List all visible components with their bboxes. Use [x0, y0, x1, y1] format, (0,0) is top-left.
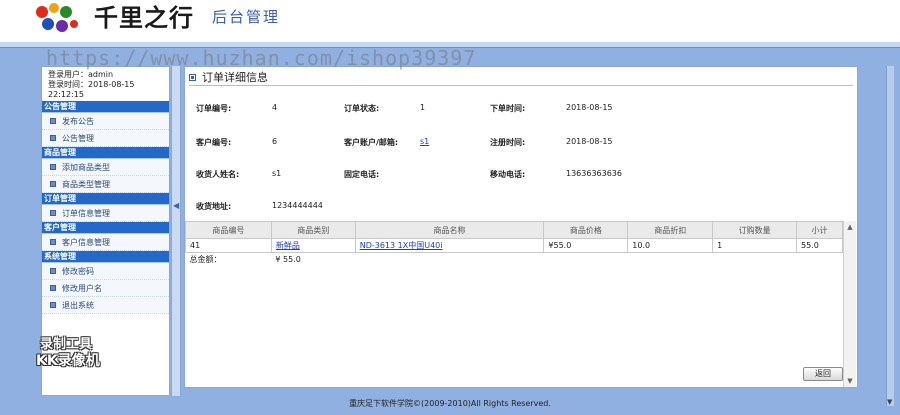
column-header: 商品名称 — [354, 221, 545, 239]
bullet-icon — [50, 135, 56, 141]
menu-item-customer-manage[interactable]: 客户信息管理 — [42, 234, 169, 251]
collapse-arrow-icon[interactable]: ◀ — [173, 201, 179, 210]
login-info: 登录用户：admin 登录时间：2018-08-15 22:12:15 — [42, 67, 169, 101]
order-status-value: 1 — [420, 103, 426, 112]
menu-title-order[interactable]: 订单管理 — [42, 193, 169, 205]
order-status-label: 订单状态: — [344, 104, 380, 113]
address-value: 1234444444 — [272, 201, 323, 210]
receiver-value: s1 — [272, 169, 282, 178]
cell-subtotal: 55.0 — [796, 238, 843, 253]
total-label: 总金额： — [189, 255, 222, 265]
logo-title: 千里之行 — [94, 3, 194, 32]
menu-group-order: 订单管理 订单信息管理 — [42, 193, 169, 222]
cell-order-qty: 1 — [712, 238, 797, 253]
phone-label: 固定电话: — [344, 170, 380, 179]
bullet-icon — [50, 164, 56, 170]
bullet-icon — [50, 285, 56, 291]
login-time-extra: 22:12:15 — [48, 90, 84, 99]
menu-title-goods[interactable]: 商品管理 — [42, 147, 169, 159]
customer-account-link[interactable]: s1 — [420, 137, 429, 146]
menu-item-notice-manage[interactable]: 公告管理 — [42, 130, 169, 147]
sidebar-splitter[interactable]: ◀ — [171, 66, 181, 396]
column-header: 商品编号 — [185, 221, 272, 239]
order-no-value: 4 — [272, 103, 278, 112]
table-header-row: 商品编号 商品类别 商品名称 商品价格 商品折扣 订购数量 小计 — [185, 221, 843, 239]
page-title: 订单详细信息 — [189, 69, 268, 85]
cell-goods-price: ¥55.0 — [543, 238, 629, 253]
total-value: ¥ 55.0 — [275, 255, 301, 265]
footer-copyright: 重庆足下软件学院©(2009-2010)All Rights Reserved. — [349, 399, 551, 408]
customer-no-value: 6 — [272, 137, 278, 146]
login-time: 登录时间：2018-08-15 — [48, 80, 135, 89]
title-square-icon — [189, 73, 196, 81]
column-header: 订购数量 — [712, 221, 797, 239]
order-items-table: 商品编号 商品类别 商品名称 商品价格 商品折扣 订购数量 小计 41 新鲜品 … — [185, 221, 843, 267]
menu-title-customer[interactable]: 客户管理 — [42, 222, 169, 234]
bullet-icon — [50, 210, 56, 216]
bullet-icon — [50, 239, 56, 245]
bullet-icon — [50, 118, 56, 124]
logo-subtitle: 后台管理 — [212, 8, 281, 26]
main-panel: 订单详细信息 订单编号: 4 订单状态: 1 下单时间: 2018-08-15 … — [184, 66, 858, 388]
cell-goods-id: 41 — [185, 238, 272, 253]
menu-item-goods-type-manage[interactable]: 商品类型管理 — [42, 176, 169, 193]
customer-no-label: 客户编号: — [196, 138, 232, 147]
menu-item-change-password[interactable]: 修改密码 — [42, 263, 169, 280]
customer-account-label: 客户账户/邮箱: — [344, 138, 399, 147]
cell-goods-category[interactable]: 新鲜品 — [270, 238, 356, 253]
logo-icon — [36, 3, 78, 32]
header: 千里之行 后台管理 — [0, 0, 900, 42]
column-header: 商品折扣 — [627, 221, 714, 239]
column-header: 商品价格 — [543, 221, 629, 239]
login-user: 登录用户：admin — [48, 70, 114, 79]
order-no-label: 订单编号: — [196, 104, 232, 113]
recorder-watermark: 录制工具 KK录像机 — [36, 337, 100, 369]
column-header: 商品类别 — [270, 221, 356, 239]
register-time-label: 注册时间: — [490, 138, 526, 147]
total-row: 总金额： ¥ 55.0 — [186, 253, 843, 267]
cell-goods-name[interactable]: ND-3613 1X中国U40i — [354, 238, 545, 253]
title-divider — [189, 85, 853, 86]
bullet-icon — [50, 268, 56, 274]
order-time-label: 下单时间: — [490, 104, 526, 113]
mobile-value: 13636363636 — [566, 169, 622, 178]
order-time-value: 2018-08-15 — [566, 103, 613, 112]
menu-title-system[interactable]: 系统管理 — [42, 251, 169, 263]
table-row: 41 新鲜品 ND-3613 1X中国U40i ¥55.0 10.0 1 55.… — [185, 238, 843, 253]
table-scrollbar[interactable]: ▲ ▼ — [843, 221, 856, 387]
window-scrollbar[interactable]: ▼ — [886, 66, 894, 406]
cell-goods-discount: 10.0 — [627, 238, 714, 253]
back-button[interactable]: 返回 — [803, 367, 843, 381]
menu-item-change-username[interactable]: 修改用户名 — [42, 280, 169, 297]
column-header: 小计 — [796, 221, 843, 239]
menu-item-order-manage[interactable]: 订单信息管理 — [42, 205, 169, 222]
mobile-label: 移动电话: — [490, 170, 526, 179]
menu-group-system: 系统管理 修改密码 修改用户名 退出系统 — [42, 251, 169, 314]
header-divider — [0, 42, 900, 48]
menu-item-add-goods-type[interactable]: 添加商品类型 — [42, 159, 169, 176]
menu-group-customer: 客户管理 客户信息管理 — [42, 222, 169, 251]
menu-item-logout[interactable]: 退出系统 — [42, 297, 169, 314]
menu-item-publish-notice[interactable]: 发布公告 — [42, 113, 169, 130]
menu-group-goods: 商品管理 添加商品类型 商品类型管理 — [42, 147, 169, 193]
bullet-icon — [50, 181, 56, 187]
scroll-down-icon[interactable]: ▼ — [844, 375, 856, 387]
menu-title-notice[interactable]: 公告管理 — [42, 101, 169, 113]
bullet-icon — [50, 302, 56, 308]
menu-group-notice: 公告管理 发布公告 公告管理 — [42, 101, 169, 147]
receiver-label: 收货人姓名: — [196, 170, 240, 179]
register-time-value: 2018-08-15 — [566, 137, 613, 146]
scroll-up-icon[interactable]: ▲ — [844, 221, 856, 233]
address-label: 收货地址: — [196, 202, 232, 211]
